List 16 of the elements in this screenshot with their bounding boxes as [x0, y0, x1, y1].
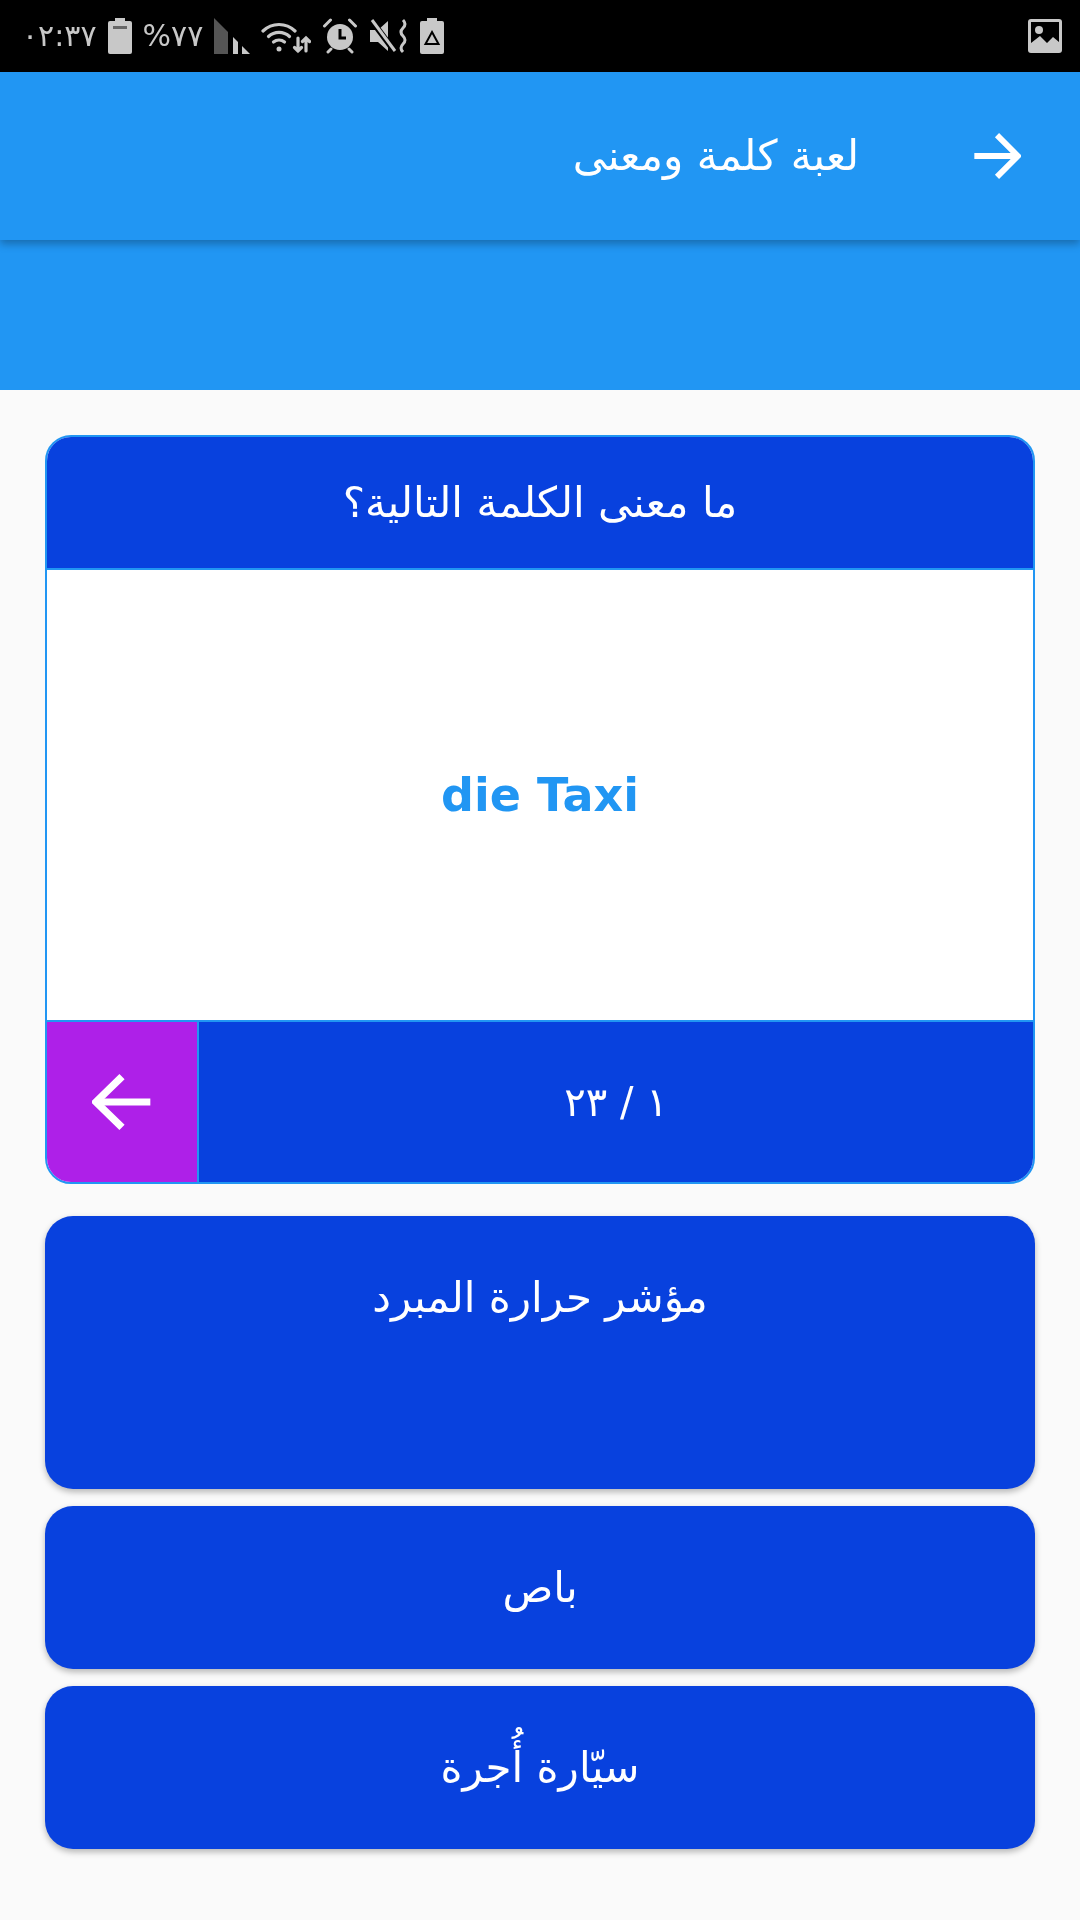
- battery-saver-icon: [420, 18, 445, 54]
- clock-time: ٠٢:٣٧: [22, 18, 97, 54]
- image-icon: [1028, 19, 1062, 53]
- alarm-clock-icon: [322, 18, 359, 54]
- answer-button[interactable]: سيّارة أُجرة: [45, 1686, 1035, 1849]
- signal-icon: [214, 18, 251, 54]
- answer-button[interactable]: باص: [45, 1506, 1035, 1669]
- app-title: لعبة كلمة ومعنى: [572, 130, 859, 182]
- back-button[interactable]: [973, 133, 1021, 179]
- german-word: die Taxi: [441, 767, 639, 824]
- question-prompt: ما معنى الكلمة التالية؟: [342, 476, 738, 529]
- answer-button[interactable]: مؤشر حرارة المبرد: [45, 1216, 1035, 1489]
- question-counter: ١ / ٢٣: [564, 1078, 668, 1127]
- battery-icon: [107, 18, 132, 54]
- arrow-button[interactable]: [47, 1022, 199, 1182]
- battery-percent: %٧٧: [142, 18, 204, 54]
